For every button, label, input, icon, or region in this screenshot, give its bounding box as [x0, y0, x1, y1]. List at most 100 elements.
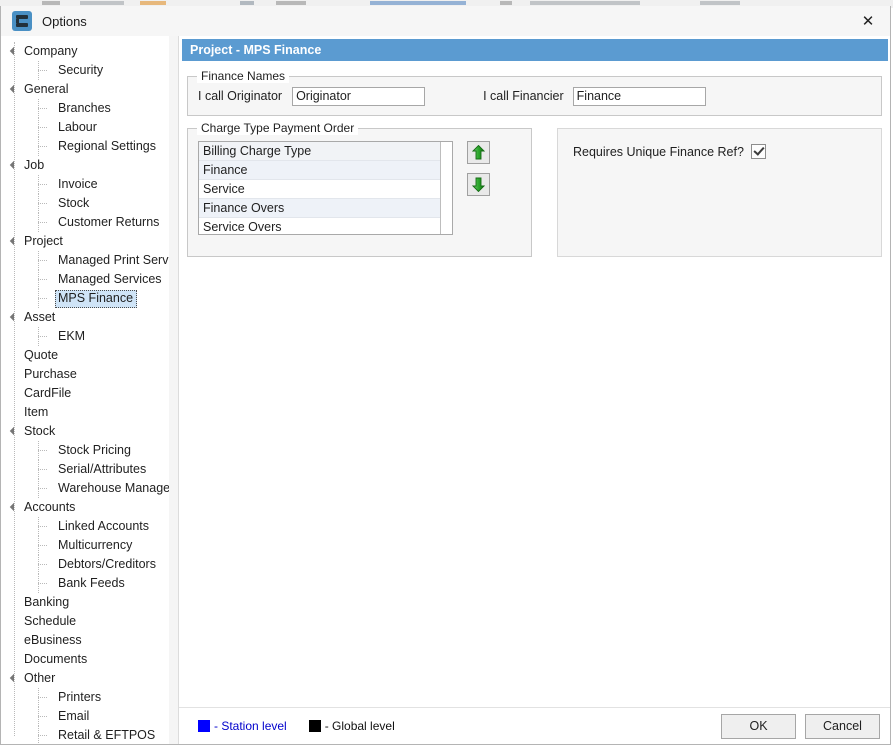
expander-icon[interactable]: [9, 232, 21, 251]
financier-input[interactable]: [572, 86, 706, 106]
sidebar-item-linked-accounts[interactable]: Linked Accounts: [1, 517, 178, 536]
sidebar-item-label: Debtors/Creditors: [58, 556, 156, 571]
sidebar-item-stock-pricing[interactable]: Stock Pricing: [1, 441, 178, 460]
sidebar-item-security[interactable]: Security: [1, 61, 178, 80]
move-up-button[interactable]: [467, 141, 490, 164]
sidebar-item-label: Warehouse Management: [58, 480, 178, 495]
expander-icon[interactable]: [9, 80, 21, 99]
sidebar-item-managed-print-services[interactable]: Managed Print Services: [1, 251, 178, 270]
sidebar-item-project[interactable]: Project: [1, 232, 178, 251]
expander-icon[interactable]: [9, 498, 21, 517]
sidebar-item-label: Multicurrency: [58, 537, 133, 552]
sidebar-item-label: Banking: [24, 594, 70, 609]
sidebar-item-schedule[interactable]: Schedule: [1, 612, 178, 631]
sidebar-scrollbar[interactable]: [169, 36, 178, 744]
sidebar-item-invoice[interactable]: Invoice: [1, 175, 178, 194]
global-level-label: - Global level: [324, 719, 395, 733]
expander-icon[interactable]: [9, 422, 21, 441]
expander-icon[interactable]: [9, 308, 21, 327]
tree-connector: [33, 289, 55, 308]
sidebar-item-customer-returns[interactable]: Customer Returns: [1, 213, 178, 232]
finance-names-row: I call Originator I call Financier: [188, 77, 881, 115]
unique-ref-checkbox[interactable]: [750, 144, 766, 159]
sidebar-item-label: Project: [24, 233, 63, 248]
tree-connector: [33, 175, 55, 194]
sidebar-item-label: Quote: [24, 347, 59, 362]
sidebar-item-stock[interactable]: Stock: [1, 422, 178, 441]
sidebar-item-general[interactable]: General: [1, 80, 178, 99]
station-level-label: - Station level: [214, 719, 287, 733]
sidebar-item-asset[interactable]: Asset: [1, 308, 178, 327]
list-item[interactable]: Finance: [199, 161, 440, 180]
sidebar-item-managed-services[interactable]: Managed Services: [1, 270, 178, 289]
ok-button[interactable]: OK: [721, 713, 796, 739]
sidebar-item-label: Job: [24, 157, 45, 172]
global-level-swatch: [308, 720, 321, 732]
options-tree[interactable]: Company Security General Branches Labour Regi…: [1, 36, 179, 744]
sidebar-item-label: Other: [24, 670, 56, 685]
sidebar-item-label: Documents: [24, 651, 88, 666]
tree-connector: [33, 460, 55, 479]
expander-icon[interactable]: [9, 42, 21, 61]
sidebar-item-email[interactable]: Email: [1, 707, 178, 726]
sidebar-item-label: eBusiness: [24, 632, 82, 647]
list-item[interactable]: Finance Overs: [199, 199, 440, 218]
charge-type-payment-order-group: Charge Type Payment Order Billing Charge…: [187, 121, 532, 257]
sidebar-item-ebusiness[interactable]: eBusiness: [1, 631, 178, 650]
charge-type-listbox[interactable]: Billing Charge Type Finance Service Finance…: [198, 141, 453, 235]
sidebar-item-documents[interactable]: Documents: [1, 650, 178, 669]
sidebar-item-debtors-creditors[interactable]: Debtors/Creditors: [1, 555, 178, 574]
sidebar-item-regional-settings[interactable]: Regional Settings: [1, 137, 178, 156]
sidebar-item-warehouse-management[interactable]: Warehouse Management: [1, 479, 178, 498]
sidebar-item-ekm[interactable]: EKM: [1, 327, 178, 346]
sidebar-item-accounts[interactable]: Accounts: [1, 498, 178, 517]
tree-connector: [33, 270, 55, 289]
tree-connector: [33, 688, 55, 707]
tree-connector: [33, 194, 55, 213]
sidebar-item-label: Printers: [58, 689, 102, 704]
originator-input[interactable]: [292, 86, 426, 106]
cancel-button[interactable]: Cancel: [805, 713, 880, 739]
sidebar-item-banking[interactable]: Banking: [1, 593, 178, 612]
unique-finance-ref-group: Requires Unique Finance Ref?: [557, 128, 882, 257]
list-item[interactable]: Service: [199, 180, 440, 199]
move-down-button[interactable]: [467, 173, 490, 196]
sidebar-item-item[interactable]: Item: [1, 403, 178, 422]
listbox-scrollbar[interactable]: [440, 142, 452, 234]
sidebar-item-retail-eftpos[interactable]: Retail & EFTPOS: [1, 726, 178, 744]
tree-connector: [33, 213, 55, 232]
originator-label: I call Originator: [198, 89, 283, 103]
expander-icon[interactable]: [9, 669, 21, 688]
sidebar-item-branches[interactable]: Branches: [1, 99, 178, 118]
page-body: Finance Names I call Originator I call F…: [179, 61, 890, 707]
sidebar-item-label: EKM: [58, 328, 86, 343]
expander-icon[interactable]: [9, 156, 21, 175]
sidebar-item-bank-feeds[interactable]: Bank Feeds: [1, 574, 178, 593]
sidebar-item-purchase[interactable]: Purchase: [1, 365, 178, 384]
app-icon: [12, 11, 32, 31]
sidebar-item-labour[interactable]: Labour: [1, 118, 178, 137]
sidebar-item-multicurrency[interactable]: Multicurrency: [1, 536, 178, 555]
sidebar-item-job[interactable]: Job: [1, 156, 178, 175]
sidebar-item-quote[interactable]: Quote: [1, 346, 178, 365]
sidebar-item-printers[interactable]: Printers: [1, 688, 178, 707]
sidebar-item-cardfile[interactable]: CardFile: [1, 384, 178, 403]
list-item[interactable]: Service Overs: [199, 218, 440, 234]
sidebar-item-label: Linked Accounts: [58, 518, 150, 533]
sidebar-item-serial-attributes[interactable]: Serial/Attributes: [1, 460, 178, 479]
close-icon[interactable]: ✕: [846, 6, 890, 36]
sidebar-item-label: Bank Feeds: [58, 575, 125, 590]
sidebar-item-company[interactable]: Company: [1, 42, 178, 61]
title-bar: Options ✕: [1, 6, 890, 36]
sidebar-item-mps-finance[interactable]: MPS Finance: [1, 289, 178, 308]
sidebar-item-other[interactable]: Other: [1, 669, 178, 688]
tree-connector: [33, 726, 55, 744]
sidebar-item-stock[interactable]: Stock: [1, 194, 178, 213]
